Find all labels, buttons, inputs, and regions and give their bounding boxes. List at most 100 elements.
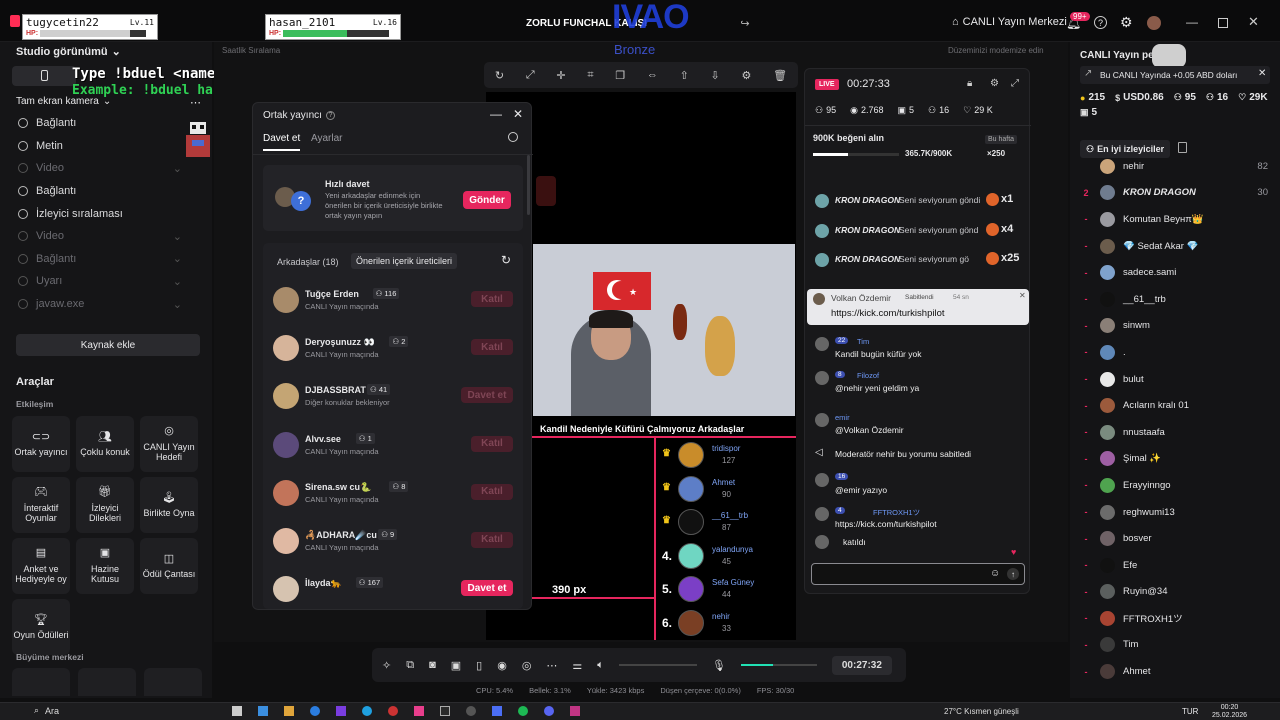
growth-tool-1[interactable]: [12, 668, 70, 696]
cohost-action-button[interactable]: Davet et: [461, 580, 513, 597]
explorer-icon[interactable]: [284, 706, 294, 716]
viewer-row[interactable]: - __61__trb: [1080, 286, 1280, 313]
phone-icon[interactable]: ▯: [476, 659, 482, 672]
phone-layout-button[interactable]: [12, 66, 76, 86]
viewer-row[interactable]: - Ruyin@34: [1080, 579, 1280, 606]
tool-gift[interactable]: 🎁︎ İzleyici Dilekleri: [76, 477, 134, 533]
source-item[interactable]: Video ⌄: [0, 157, 200, 180]
close-icon[interactable]: ✕: [1258, 68, 1266, 79]
tool-joystick[interactable]: 🕹︎ Birlikte Oyna: [140, 477, 198, 533]
settings-icon[interactable]: ⚙: [990, 78, 999, 89]
tool-poll[interactable]: ▤ Anket ve Hediyeyle oy: [12, 538, 70, 594]
viewer-row[interactable]: - bosver: [1080, 525, 1280, 552]
tool-gamepad[interactable]: 🎮︎ İnteraktif Oyunlar: [12, 477, 70, 533]
viewer-row[interactable]: - 💎 Sedat Akar 💎: [1080, 233, 1280, 260]
search-icon[interactable]: [508, 132, 518, 142]
viewer-row[interactable]: - Komutan Beyнπ👑: [1080, 206, 1280, 233]
viewer-row[interactable]: - Şimal ✨: [1080, 446, 1280, 473]
list-icon[interactable]: [1178, 142, 1187, 153]
viewer-row[interactable]: - FFTROXH1ツ: [1080, 605, 1280, 632]
resize-icon[interactable]: ⤢: [526, 69, 535, 82]
send-arrow-icon[interactable]: ↑: [1007, 568, 1019, 580]
more-icon[interactable]: ⋯: [190, 96, 201, 109]
refresh-icon[interactable]: ↻: [495, 69, 504, 82]
camera-dropdown[interactable]: Tam ekran kamera ⌄: [16, 96, 111, 107]
tool-users[interactable]: 👥︎ Çoklu konuk: [76, 416, 134, 472]
viewer-row[interactable]: - Tim: [1080, 632, 1280, 659]
viewer-row[interactable]: - Ahmet: [1080, 658, 1280, 685]
taskbar-search[interactable]: ⌕ Ara: [34, 705, 59, 716]
gear-icon[interactable]: ⚙: [1120, 14, 1133, 31]
viewer-row[interactable]: 2 KRON DRAGON 30: [1080, 180, 1280, 207]
cohost-action-button[interactable]: Katıl: [471, 339, 513, 356]
app-icon[interactable]: [492, 706, 502, 716]
info-icon[interactable]: ?: [325, 111, 335, 120]
settings-icon[interactable]: ⚙: [742, 69, 752, 82]
popout-icon[interactable]: ⤢: [1011, 78, 1019, 89]
source-item[interactable]: Bağlantı: [0, 112, 200, 135]
source-item[interactable]: İzleyici sıralaması: [0, 202, 200, 225]
app-icon[interactable]: [336, 706, 346, 716]
viewer-row[interactable]: - sinwm: [1080, 313, 1280, 340]
profile-avatar[interactable]: [1147, 16, 1161, 30]
pinned-text[interactable]: https://kick.com/turkishpilot: [831, 308, 945, 319]
layer-up-icon[interactable]: ⇧: [680, 69, 689, 82]
spotify-icon[interactable]: [518, 706, 528, 716]
chat-user[interactable]: Filozof: [857, 371, 879, 380]
viewer-row[interactable]: - reghwumi13: [1080, 499, 1280, 526]
chevron-down-icon[interactable]: ⌄: [173, 298, 182, 311]
viewer-row[interactable]: -.: [1080, 339, 1280, 366]
tiktok-icon[interactable]: [414, 706, 424, 716]
cohost-action-button[interactable]: Katıl: [471, 435, 513, 452]
chat-input[interactable]: ☺ ↑: [811, 563, 1025, 585]
app-icon[interactable]: [440, 706, 450, 716]
growth-tool-2[interactable]: [78, 668, 136, 696]
minimize-icon[interactable]: —: [1186, 15, 1198, 29]
tool-target[interactable]: ◎ CANLI Yayın Hedefi: [140, 416, 198, 472]
edge-icon[interactable]: [310, 706, 320, 716]
lock-icon[interactable]: 🔒︎: [967, 78, 972, 89]
viewer-row[interactable]: - nnustaafa: [1080, 419, 1280, 446]
source-item[interactable]: Metin: [0, 135, 200, 158]
cohost-action-button[interactable]: Katıl: [471, 483, 513, 500]
cohost-action-button[interactable]: Katıl: [471, 531, 513, 548]
speaker-icon[interactable]: 🔈︎: [597, 659, 604, 672]
friends-tab[interactable]: Arkadaşlar (18): [277, 257, 339, 267]
browser-icon[interactable]: [362, 706, 372, 716]
emoji-icon[interactable]: ☺: [990, 568, 1000, 579]
microphone-icon[interactable]: 🎙︎: [712, 659, 726, 672]
chevron-down-icon[interactable]: ⌄: [173, 275, 182, 288]
weather[interactable]: 27°C Kısmen güneşli: [944, 707, 1019, 716]
tool-link[interactable]: ⊂⊃ Ortak yayıncı: [12, 416, 70, 472]
copy-icon[interactable]: ❐: [615, 69, 625, 82]
close-panel-icon[interactable]: ✕: [513, 107, 523, 121]
trash-icon[interactable]: 🗑︎: [773, 69, 787, 82]
chat-text[interactable]: https://kick.com/turkishpilot: [835, 519, 937, 529]
taskview-icon[interactable]: [232, 706, 242, 716]
mic-slider[interactable]: [740, 664, 817, 666]
viewer-row[interactable]: - Erayyinngo: [1080, 472, 1280, 499]
viewer-row[interactable]: nehir 82: [1080, 153, 1280, 180]
source-item[interactable]: Video ⌄: [0, 225, 200, 248]
share-icon[interactable]: ↪: [738, 16, 752, 30]
close-icon[interactable]: ✕: [1248, 14, 1259, 30]
chevron-down-icon[interactable]: ⌄: [173, 162, 182, 175]
windows-icon[interactable]: [258, 706, 268, 716]
send-button[interactable]: Gönder: [463, 191, 511, 209]
crop-icon[interactable]: ⌗: [587, 69, 593, 82]
language[interactable]: TUR: [1182, 707, 1198, 716]
chat-user[interactable]: Tim: [857, 337, 869, 346]
more-icon[interactable]: ⋯: [546, 659, 557, 672]
record-icon[interactable]: ◉: [497, 659, 507, 672]
minimize-panel-icon[interactable]: —: [490, 107, 502, 121]
tool-chest[interactable]: ▣ Hazine Kutusu: [76, 538, 134, 594]
effects-icon[interactable]: ⧉: [406, 659, 414, 672]
source-item[interactable]: javaw.exe ⌄: [0, 293, 200, 316]
close-icon[interactable]: ✕: [1019, 291, 1026, 300]
scrollbar[interactable]: [527, 155, 530, 215]
tool-bag[interactable]: ◫ Ödül Çantası: [140, 538, 198, 594]
viewer-row[interactable]: - Efe: [1080, 552, 1280, 579]
game-icon[interactable]: [388, 706, 398, 716]
tool-trophy[interactable]: 🏆︎ Oyun Ödülleri: [12, 599, 70, 655]
refresh-icon[interactable]: ↻: [501, 253, 511, 267]
